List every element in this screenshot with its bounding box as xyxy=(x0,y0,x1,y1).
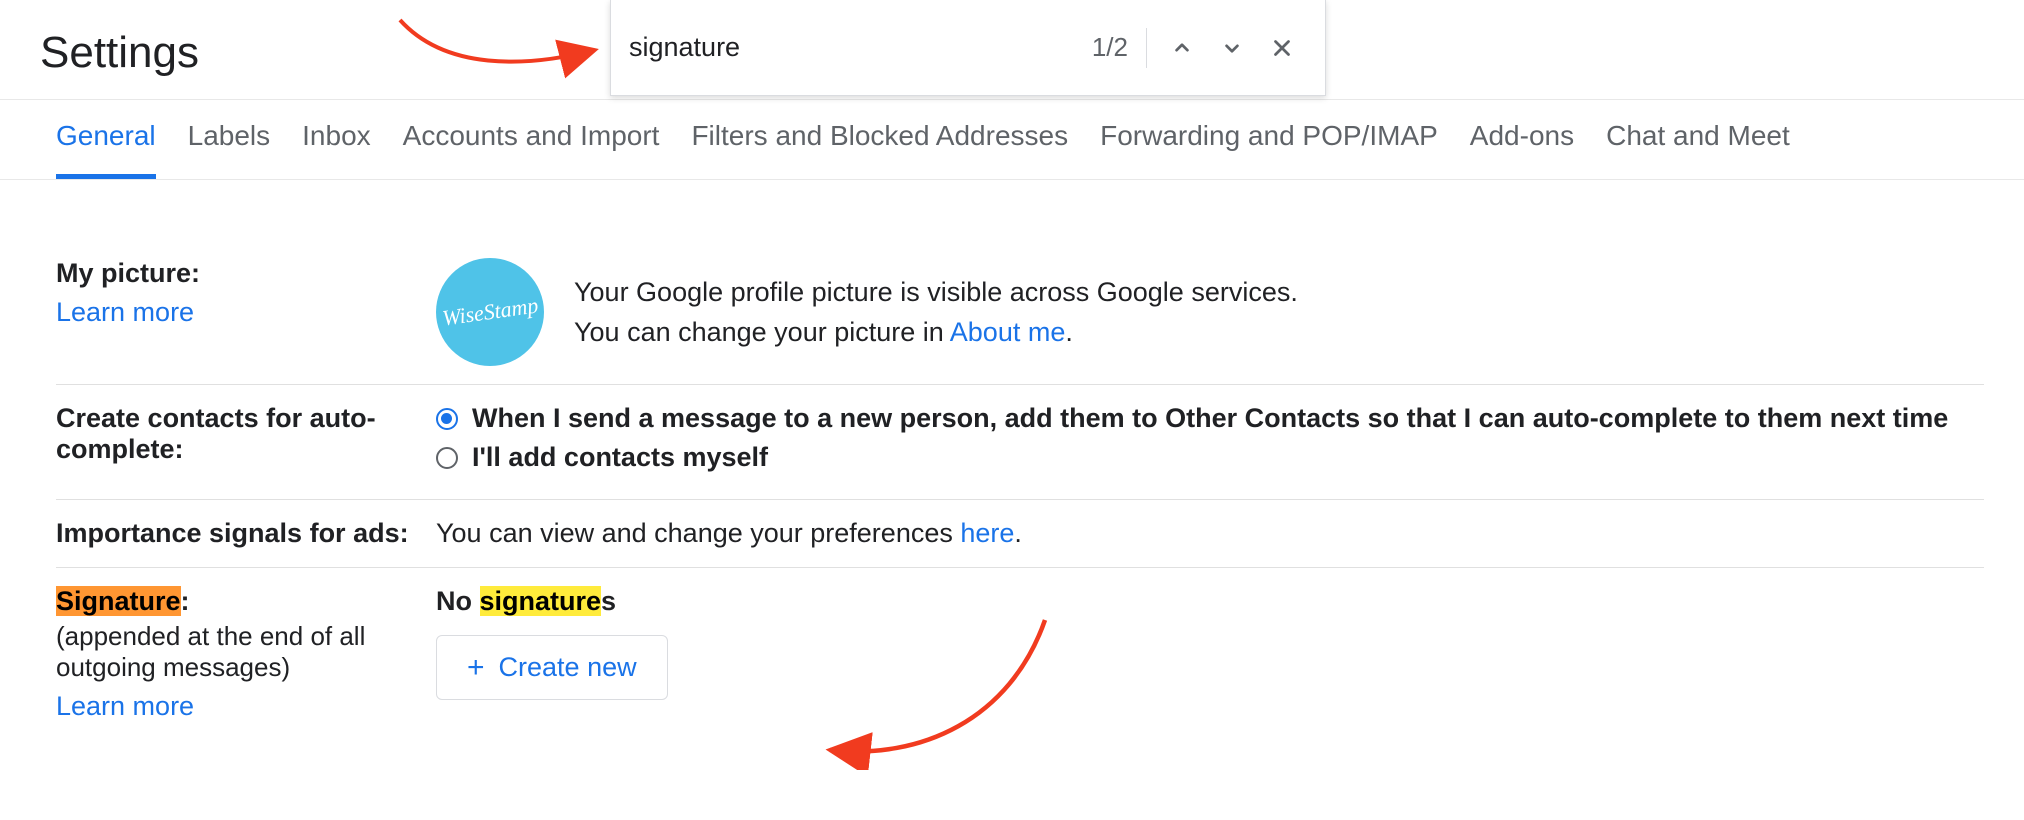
picture-desc-line1: Your Google profile picture is visible a… xyxy=(574,272,1298,313)
signature-label-suffix: : xyxy=(181,586,190,616)
signature-label-highlight: Signature xyxy=(56,586,181,616)
no-sig-highlight: signature xyxy=(480,586,602,616)
tab-labels[interactable]: Labels xyxy=(188,120,271,174)
picture-desc-suffix: . xyxy=(1065,317,1073,347)
signature-learn-more-link[interactable]: Learn more xyxy=(56,691,194,722)
profile-avatar[interactable]: WiseStamp xyxy=(436,258,544,366)
signature-desc: (appended at the end of all outgoing mes… xyxy=(56,621,436,683)
divider xyxy=(1146,28,1147,68)
no-sig-prefix: No xyxy=(436,586,480,616)
setting-signature: Signature: (appended at the end of all o… xyxy=(56,568,1984,740)
create-new-label: Create new xyxy=(499,652,637,683)
find-input[interactable] xyxy=(629,32,1092,63)
tab-addons[interactable]: Add-ons xyxy=(1470,120,1574,174)
settings-tabs: General Labels Inbox Accounts and Import… xyxy=(0,100,2024,180)
no-sig-suffix: s xyxy=(601,586,616,616)
radio-manual-contacts[interactable] xyxy=(436,447,458,469)
setting-ad-signals: Importance signals for ads: You can view… xyxy=(56,500,1984,568)
my-picture-learn-more-link[interactable]: Learn more xyxy=(56,297,194,328)
chevron-up-icon xyxy=(1169,35,1195,61)
find-in-page-bar: 1/2 xyxy=(610,0,1326,96)
ad-signals-suffix: . xyxy=(1014,518,1022,548)
tab-filters[interactable]: Filters and Blocked Addresses xyxy=(691,120,1068,174)
about-me-link[interactable]: About me xyxy=(950,317,1066,347)
signature-label: Signature: xyxy=(56,586,436,617)
plus-icon: + xyxy=(467,653,485,683)
no-signatures-text: No signatures xyxy=(436,586,1984,617)
contacts-label: Create contacts for auto-complete: xyxy=(56,403,436,465)
picture-desc-line2: You can change your picture in About me. xyxy=(574,312,1298,353)
setting-my-picture: My picture: Learn more WiseStamp Your Go… xyxy=(56,240,1984,385)
find-count: 1/2 xyxy=(1092,32,1128,63)
my-picture-label: My picture: xyxy=(56,258,436,289)
find-next-button[interactable] xyxy=(1207,23,1257,73)
avatar-logo-text: WiseStamp xyxy=(441,294,540,329)
ad-signals-text: You can view and change your preferences xyxy=(436,518,960,548)
ad-preferences-link[interactable]: here xyxy=(960,518,1014,548)
find-prev-button[interactable] xyxy=(1157,23,1207,73)
radio-auto-add-contacts[interactable] xyxy=(436,408,458,430)
find-close-button[interactable] xyxy=(1257,23,1307,73)
tab-forwarding[interactable]: Forwarding and POP/IMAP xyxy=(1100,120,1438,174)
settings-content: My picture: Learn more WiseStamp Your Go… xyxy=(0,180,2024,740)
tab-accounts-import[interactable]: Accounts and Import xyxy=(403,120,660,174)
radio-manual-contacts-label: I'll add contacts myself xyxy=(472,442,768,473)
tab-general[interactable]: General xyxy=(56,120,156,179)
radio-auto-add-contacts-label: When I send a message to a new person, a… xyxy=(472,403,1948,434)
ad-signals-label: Importance signals for ads: xyxy=(56,518,436,549)
picture-desc-text: You can change your picture in xyxy=(574,317,950,347)
page-title: Settings xyxy=(40,28,199,78)
chevron-down-icon xyxy=(1219,35,1245,61)
tab-inbox[interactable]: Inbox xyxy=(302,120,371,174)
close-icon xyxy=(1269,35,1295,61)
setting-create-contacts: Create contacts for auto-complete: When … xyxy=(56,385,1984,500)
create-new-signature-button[interactable]: + Create new xyxy=(436,635,668,700)
tab-chat-meet[interactable]: Chat and Meet xyxy=(1606,120,1790,174)
